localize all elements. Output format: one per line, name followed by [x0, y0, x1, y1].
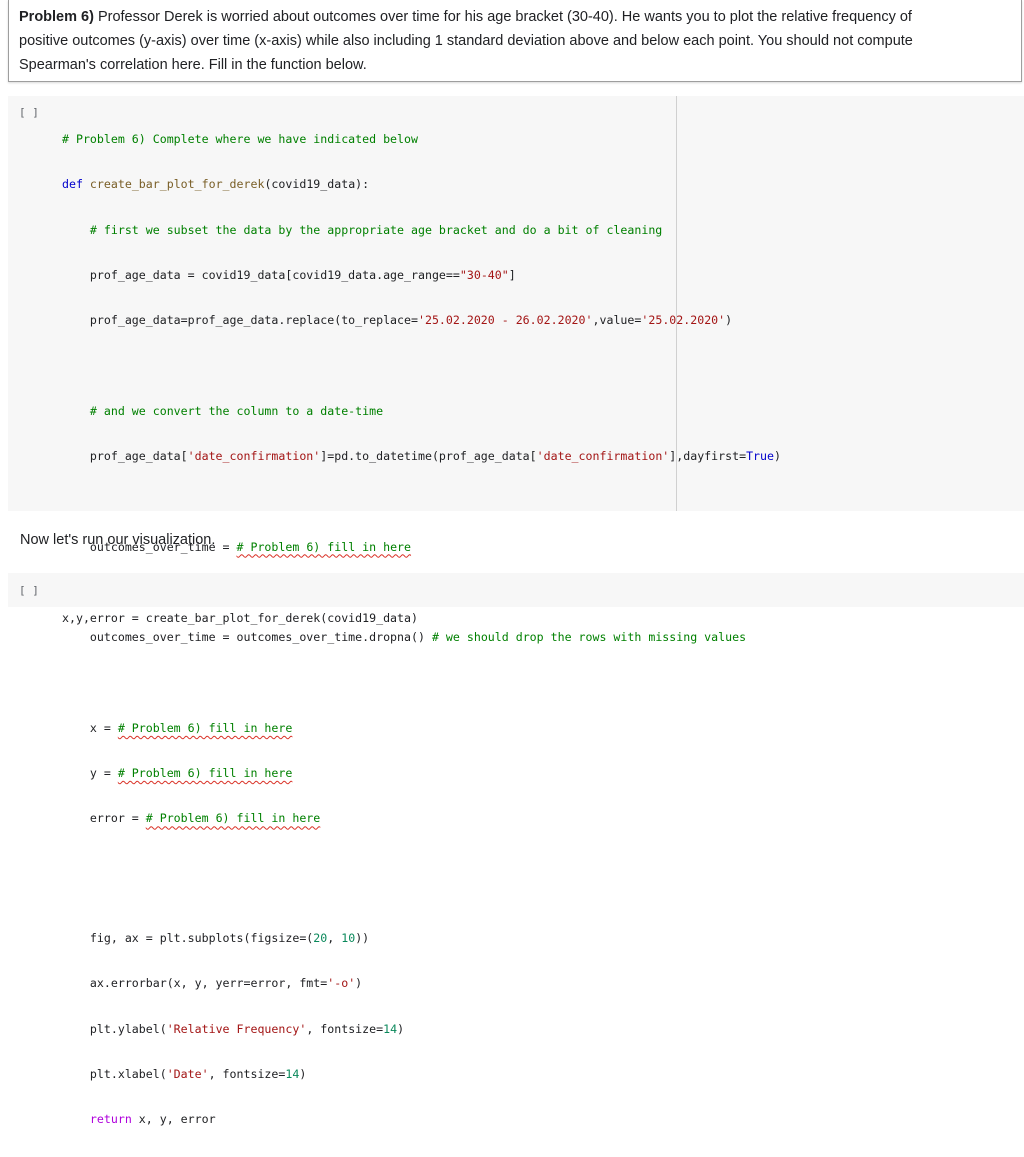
problem-line-3: Spearman's correlation here. Fill in the… — [19, 57, 367, 73]
code-line: fig, ax = plt.subplots(figsize=(20, 10)) — [62, 931, 370, 946]
markdown-text: Now let's run our visualization. — [20, 532, 216, 548]
code-line: prof_age_data=prof_age_data.replace(to_r… — [62, 313, 733, 328]
code-line: prof_age_data['date_confirmation']=pd.to… — [62, 449, 781, 464]
problem-line-2: positive outcomes (y-axis) over time (x-… — [19, 33, 913, 49]
code-editor[interactable]: x,y,error = create_bar_plot_for_derek(co… — [62, 582, 418, 655]
code-line: y = # Problem 6) fill in here — [62, 766, 293, 781]
code-line: prof_age_data = covid19_data[covid19_dat… — [62, 267, 516, 282]
problem-line-1: Professor Derek is worried about outcome… — [93, 9, 912, 25]
code-line: # Problem 6) Complete where we have indi… — [62, 132, 418, 146]
code-line: # first we subset the data by the approp… — [62, 222, 663, 237]
code-line: error = # Problem 6) fill in here — [62, 811, 321, 826]
code-line: ax.errorbar(x, y, yerr=error, fmt='-o') — [62, 976, 363, 991]
code-line: # and we convert the column to a date-ti… — [62, 403, 384, 418]
run-cell-button[interactable]: [ ] — [19, 106, 39, 119]
problem-description: Problem 6) Professor Derek is worried ab… — [9, 0, 1021, 77]
code-line: plt.ylabel('Relative Frequency', fontsiz… — [62, 1021, 405, 1036]
code-line: def create_bar_plot_for_derek(covid19_da… — [62, 177, 370, 192]
problem-label: Problem 6) — [19, 9, 94, 25]
code-line: return x, y, error — [62, 1112, 216, 1127]
code-line: plt.xlabel('Date', fontsize=14) — [62, 1066, 307, 1081]
problem-text-cell[interactable]: Problem 6) Professor Derek is worried ab… — [8, 0, 1022, 82]
code-cell-run[interactable]: [ ] x,y,error = create_bar_plot_for_dere… — [8, 573, 1024, 625]
run-cell-button[interactable]: [ ] — [19, 584, 39, 597]
code-line: x = # Problem 6) fill in here — [62, 720, 293, 735]
code-cell-function[interactable]: [ ] # Problem 6) Complete where we have … — [8, 96, 1024, 1126]
